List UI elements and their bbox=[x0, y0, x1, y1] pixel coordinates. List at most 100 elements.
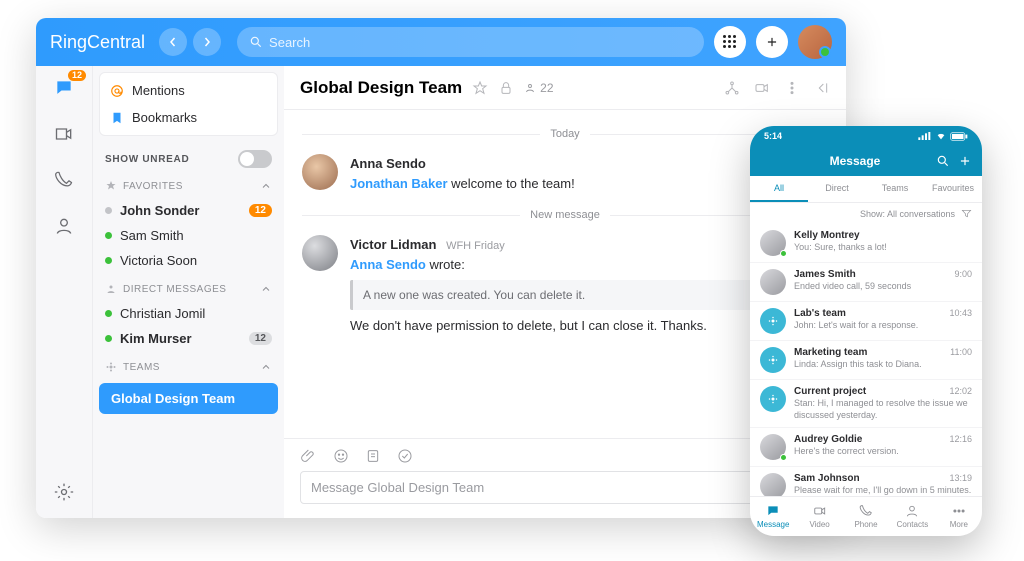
mobile-list-item[interactable]: Current project12:02Stan: Hi, I managed … bbox=[750, 380, 982, 428]
note-button[interactable] bbox=[364, 447, 382, 465]
battery-icon bbox=[950, 132, 968, 141]
mobile-preview: 5:14 Message All Direct Teams Favourites… bbox=[750, 126, 982, 536]
message-author: Victor Lidman bbox=[350, 237, 436, 252]
favorites-header[interactable]: FAVORITES bbox=[93, 170, 284, 198]
favorite-star-button[interactable] bbox=[472, 80, 488, 96]
conv-name: Christian Jomil bbox=[120, 306, 205, 321]
mobile-nav-more[interactable]: More bbox=[936, 497, 982, 536]
more-menu-button[interactable] bbox=[784, 80, 800, 96]
message-meta: WFH Friday bbox=[446, 240, 505, 252]
conv-name: John Sonder bbox=[120, 203, 199, 218]
mobile-filter-row[interactable]: Show: All conversations bbox=[750, 203, 982, 224]
nav-rail: 12 bbox=[36, 66, 92, 518]
rail-contacts[interactable] bbox=[52, 214, 76, 238]
avatar bbox=[760, 473, 786, 496]
mobile-filter-label: Show: All conversations bbox=[860, 209, 955, 219]
chat-icon bbox=[766, 504, 780, 518]
desktop-window: RingCentral 12 bbox=[36, 18, 846, 518]
add-button[interactable] bbox=[756, 26, 788, 58]
rail-video[interactable] bbox=[52, 122, 76, 146]
mobile-conversation-list[interactable]: Kelly MontreyYou: Sure, thanks a lot!Jam… bbox=[750, 224, 982, 496]
task-button[interactable] bbox=[396, 447, 414, 465]
more-icon bbox=[952, 504, 966, 518]
presence-dot-icon bbox=[105, 257, 112, 264]
dm-kim-murser[interactable]: Kim Murser 12 bbox=[93, 326, 284, 351]
video-icon bbox=[54, 124, 74, 144]
sidebar-nav-card: Mentions Bookmarks bbox=[99, 72, 278, 136]
team-label: Global Design Team bbox=[111, 391, 235, 406]
fav-victoria-soon[interactable]: Victoria Soon bbox=[93, 248, 284, 273]
mobile-list-item[interactable]: Marketing team11:00Linda: Assign this ta… bbox=[750, 341, 982, 380]
unread-badge: 12 bbox=[249, 204, 272, 217]
chevron-up-icon[interactable] bbox=[260, 180, 272, 192]
presence-dot-icon bbox=[105, 335, 112, 342]
bookmark-icon bbox=[110, 111, 124, 125]
mobile-status-bar: 5:14 bbox=[750, 126, 982, 146]
mobile-tab-all[interactable]: All bbox=[750, 176, 808, 202]
sidebar-bookmarks[interactable]: Bookmarks bbox=[100, 104, 277, 131]
teams-header[interactable]: TEAMS bbox=[93, 351, 284, 379]
mobile-search-button[interactable] bbox=[936, 154, 950, 168]
team-global-design[interactable]: Global Design Team bbox=[99, 383, 278, 414]
mobile-nav-contacts[interactable]: Contacts bbox=[889, 497, 935, 536]
avatar[interactable] bbox=[302, 235, 338, 271]
mobile-clock: 5:14 bbox=[764, 131, 782, 141]
dialpad-button[interactable] bbox=[714, 26, 746, 58]
rail-badge: 12 bbox=[68, 70, 86, 81]
wifi-icon bbox=[936, 131, 946, 141]
app-body: 12 Mentions bbox=[36, 66, 846, 518]
profile-avatar[interactable] bbox=[798, 25, 832, 59]
mobile-list-item[interactable]: Kelly MontreyYou: Sure, thanks a lot! bbox=[750, 224, 982, 263]
search-field[interactable] bbox=[237, 27, 704, 57]
dialpad-icon bbox=[723, 35, 737, 49]
mention-icon bbox=[110, 84, 124, 98]
search-input[interactable] bbox=[269, 35, 692, 50]
show-unread-row: SHOW UNREAD bbox=[93, 140, 284, 170]
chevron-up-icon[interactable] bbox=[260, 283, 272, 295]
org-chart-icon[interactable] bbox=[724, 80, 740, 96]
mobile-nav-message[interactable]: Message bbox=[750, 497, 796, 536]
nav-back-button[interactable] bbox=[159, 28, 187, 56]
mention-link[interactable]: Jonathan Baker bbox=[350, 176, 448, 191]
bookmarks-label: Bookmarks bbox=[132, 110, 197, 125]
fav-sam-smith[interactable]: Sam Smith bbox=[93, 223, 284, 248]
start-video-button[interactable] bbox=[754, 80, 770, 96]
emoji-button[interactable] bbox=[332, 447, 350, 465]
mobile-nav-video[interactable]: Video bbox=[796, 497, 842, 536]
dm-christian-jomil[interactable]: Christian Jomil bbox=[93, 301, 284, 326]
avatar bbox=[760, 269, 786, 295]
nav-forward-button[interactable] bbox=[193, 28, 221, 56]
mobile-tab-favourites[interactable]: Favourites bbox=[924, 176, 982, 202]
dm-title: DIRECT MESSAGES bbox=[123, 284, 226, 295]
show-unread-toggle[interactable] bbox=[238, 150, 272, 168]
mobile-tab-direct[interactable]: Direct bbox=[808, 176, 866, 202]
conv-name: Victoria Soon bbox=[120, 253, 197, 268]
sidebar: Mentions Bookmarks SHOW UNREAD FAVORITES… bbox=[92, 66, 284, 518]
mobile-list-item[interactable]: Audrey Goldie12:16Here's the correct ver… bbox=[750, 428, 982, 467]
dm-header[interactable]: DIRECT MESSAGES bbox=[93, 273, 284, 301]
collapse-panel-button[interactable] bbox=[814, 80, 830, 96]
sidebar-mentions[interactable]: Mentions bbox=[100, 77, 277, 104]
date-divider: Today bbox=[302, 128, 828, 140]
lock-icon bbox=[498, 80, 514, 96]
avatar bbox=[760, 386, 786, 412]
rail-messages[interactable]: 12 bbox=[52, 76, 76, 100]
mobile-nav-phone[interactable]: Phone bbox=[843, 497, 889, 536]
phone-icon bbox=[859, 504, 873, 518]
mentions-label: Mentions bbox=[132, 83, 185, 98]
attach-button[interactable] bbox=[300, 447, 318, 465]
fav-john-sonder[interactable]: John Sonder 12 bbox=[93, 198, 284, 223]
mobile-list-item[interactable]: James Smith9:00Ended video call, 59 seco… bbox=[750, 263, 982, 302]
mobile-list-item[interactable]: Lab's team10:43John: Let's wait for a re… bbox=[750, 302, 982, 341]
mobile-list-item[interactable]: Sam Johnson13:19Please wait for me, I'll… bbox=[750, 467, 982, 496]
member-count[interactable]: 22 bbox=[524, 81, 553, 95]
rail-settings[interactable] bbox=[52, 480, 76, 504]
rail-phone[interactable] bbox=[52, 168, 76, 192]
avatar[interactable] bbox=[302, 154, 338, 190]
mention-link[interactable]: Anna Sendo bbox=[350, 257, 426, 272]
mobile-add-button[interactable] bbox=[958, 154, 972, 168]
contact-icon bbox=[54, 216, 74, 236]
filter-icon bbox=[961, 208, 972, 219]
mobile-tab-teams[interactable]: Teams bbox=[866, 176, 924, 202]
chevron-up-icon[interactable] bbox=[260, 361, 272, 373]
